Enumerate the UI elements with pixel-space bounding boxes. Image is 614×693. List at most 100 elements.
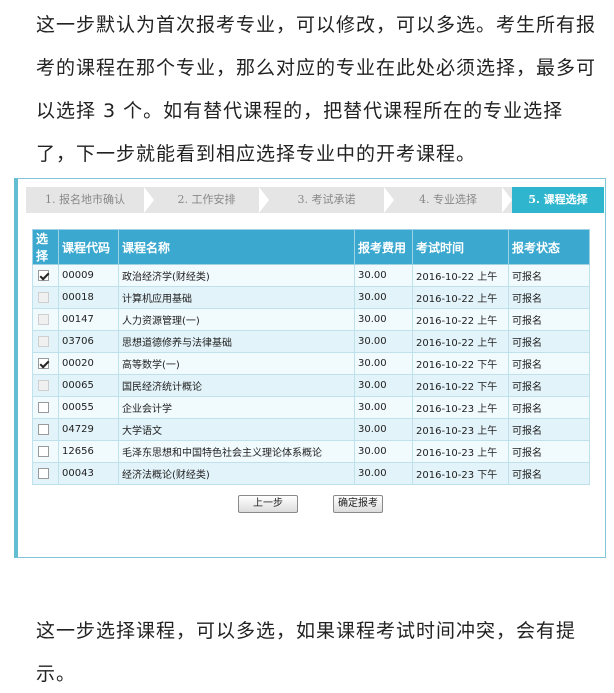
registration-status: 可报名 <box>508 330 590 353</box>
confirm-registration-button[interactable]: 确定报考 <box>333 495 383 513</box>
course-checkbox <box>38 379 49 391</box>
step-separator <box>144 187 154 213</box>
course-name: 高等数学(一) <box>118 352 355 375</box>
select-cell <box>32 286 59 309</box>
exam-time: 2016-10-22 上午 <box>412 330 509 353</box>
course-checkbox <box>38 313 49 325</box>
course-selection-panel: 1. 报名地市确认 2. 工作安排 3. 考试承诺 4. 专业选择 5. 课程选… <box>14 178 606 558</box>
course-fee: 30.00 <box>354 418 413 441</box>
registration-status: 可报名 <box>508 308 590 331</box>
exam-time: 2016-10-23 下午 <box>412 462 509 485</box>
course-checkbox <box>38 291 49 303</box>
course-fee: 30.00 <box>354 374 413 397</box>
table-row: 00009 政治经济学(财经类) 30.00 2016-10-22 上午 可报名 <box>32 264 590 287</box>
course-fee: 30.00 <box>354 352 413 375</box>
course-name: 思想道德修养与法律基础 <box>118 330 355 353</box>
step-3: 3. 考试承诺 <box>297 193 356 206</box>
course-name: 经济法概论(财经类) <box>118 462 355 485</box>
select-cell <box>32 352 59 375</box>
select-cell <box>32 462 59 485</box>
course-checkbox[interactable] <box>38 467 49 479</box>
table-header-row: 选择 课程代码 课程名称 报考费用 考试时间 报考状态 <box>32 229 590 265</box>
registration-status: 可报名 <box>508 286 590 309</box>
select-cell <box>32 374 59 397</box>
select-cell <box>32 264 59 287</box>
exam-time: 2016-10-23 上午 <box>412 418 509 441</box>
table-row: 12656 毛泽东思想和中国特色社会主义理论体系概论 30.00 2016-10-23… <box>32 440 590 463</box>
course-code: 00009 <box>58 264 119 287</box>
course-checkbox[interactable] <box>38 357 49 369</box>
step-separator <box>502 187 512 213</box>
outro-paragraph: 这一步选择课程，可以多选，如果课程考试时间冲突，会有提示。 <box>36 620 577 685</box>
registration-status: 可报名 <box>508 264 590 287</box>
step-5-active: 5. 课程选择 <box>512 187 604 213</box>
registration-status: 可报名 <box>508 440 590 463</box>
course-fee: 30.00 <box>354 286 413 309</box>
course-code: 12656 <box>58 440 119 463</box>
col-header-code: 课程代码 <box>58 229 119 265</box>
table-row: 00043 经济法概论(财经类) 30.00 2016-10-23 下午 可报名 <box>32 462 590 485</box>
select-cell <box>32 440 59 463</box>
course-code: 00043 <box>58 462 119 485</box>
course-checkbox[interactable] <box>38 445 49 457</box>
table-row: 00147 人力资源管理(一) 30.00 2016-10-22 上午 可报名 <box>32 308 590 331</box>
course-code: 00020 <box>58 352 119 375</box>
course-checkbox[interactable] <box>38 423 49 435</box>
course-name: 毛泽东思想和中国特色社会主义理论体系概论 <box>118 440 355 463</box>
step-1: 1. 报名地市确认 <box>45 193 125 206</box>
prev-step-button[interactable]: 上一步 <box>238 495 298 513</box>
course-name: 人力资源管理(一) <box>118 308 355 331</box>
table-row: 00020 高等数学(一) 30.00 2016-10-22 下午 可报名 <box>32 352 590 375</box>
course-checkbox <box>38 335 49 347</box>
course-code: 04729 <box>58 418 119 441</box>
course-fee: 30.00 <box>354 462 413 485</box>
course-name: 政治经济学(财经类) <box>118 264 355 287</box>
course-name: 计算机应用基础 <box>118 286 355 309</box>
registration-status: 可报名 <box>508 352 590 375</box>
exam-time: 2016-10-23 上午 <box>412 396 509 419</box>
course-name: 国民经济统计概论 <box>118 374 355 397</box>
col-header-name: 课程名称 <box>118 229 355 265</box>
step-progress-bar: 1. 报名地市确认 2. 工作安排 3. 考试承诺 4. 专业选择 5. 课程选… <box>26 187 604 213</box>
registration-status: 可报名 <box>508 462 590 485</box>
exam-time: 2016-10-22 上午 <box>412 308 509 331</box>
table-row: 00065 国民经济统计概论 30.00 2016-10-22 下午 可报名 <box>32 374 590 397</box>
course-code: 03706 <box>58 330 119 353</box>
exam-time: 2016-10-23 上午 <box>412 440 509 463</box>
course-code: 00065 <box>58 374 119 397</box>
step-2: 2. 工作安排 <box>177 193 236 206</box>
exam-time: 2016-10-22 上午 <box>412 264 509 287</box>
table-row: 04729 大学语文 30.00 2016-10-23 上午 可报名 <box>32 418 590 441</box>
select-cell <box>32 308 59 331</box>
exam-time: 2016-10-22 上午 <box>412 286 509 309</box>
table-row: 03706 思想道德修养与法律基础 30.00 2016-10-22 上午 可报名 <box>32 330 590 353</box>
col-header-fee: 报考费用 <box>354 229 413 265</box>
registration-status: 可报名 <box>508 396 590 419</box>
select-cell <box>32 330 59 353</box>
course-code: 00055 <box>58 396 119 419</box>
registration-status: 可报名 <box>508 374 590 397</box>
table-row: 00018 计算机应用基础 30.00 2016-10-22 上午 可报名 <box>32 286 590 309</box>
course-fee: 30.00 <box>354 264 413 287</box>
select-cell <box>32 396 59 419</box>
course-code: 00147 <box>58 308 119 331</box>
course-code: 00018 <box>58 286 119 309</box>
select-cell <box>32 418 59 441</box>
step-separator <box>259 187 269 213</box>
registration-status: 可报名 <box>508 418 590 441</box>
table-row: 00055 企业会计学 30.00 2016-10-23 上午 可报名 <box>32 396 590 419</box>
step-4: 4. 专业选择 <box>419 193 477 206</box>
course-table: 选择 课程代码 课程名称 报考费用 考试时间 报考状态 00009 政治经济学(财… <box>32 229 590 485</box>
course-checkbox[interactable] <box>38 269 49 281</box>
course-checkbox[interactable] <box>38 401 49 413</box>
step-separator <box>384 187 394 213</box>
col-header-select: 选择 <box>32 229 59 265</box>
exam-time: 2016-10-22 下午 <box>412 352 509 375</box>
intro-paragraph: 这一步默认为首次报考专业，可以修改，可以多选。考生所有报考的课程在那个专业，那么… <box>36 14 597 165</box>
course-fee: 30.00 <box>354 440 413 463</box>
course-fee: 30.00 <box>354 396 413 419</box>
course-fee: 30.00 <box>354 308 413 331</box>
course-fee: 30.00 <box>354 330 413 353</box>
col-header-status: 报考状态 <box>508 229 590 265</box>
course-name: 企业会计学 <box>118 396 355 419</box>
